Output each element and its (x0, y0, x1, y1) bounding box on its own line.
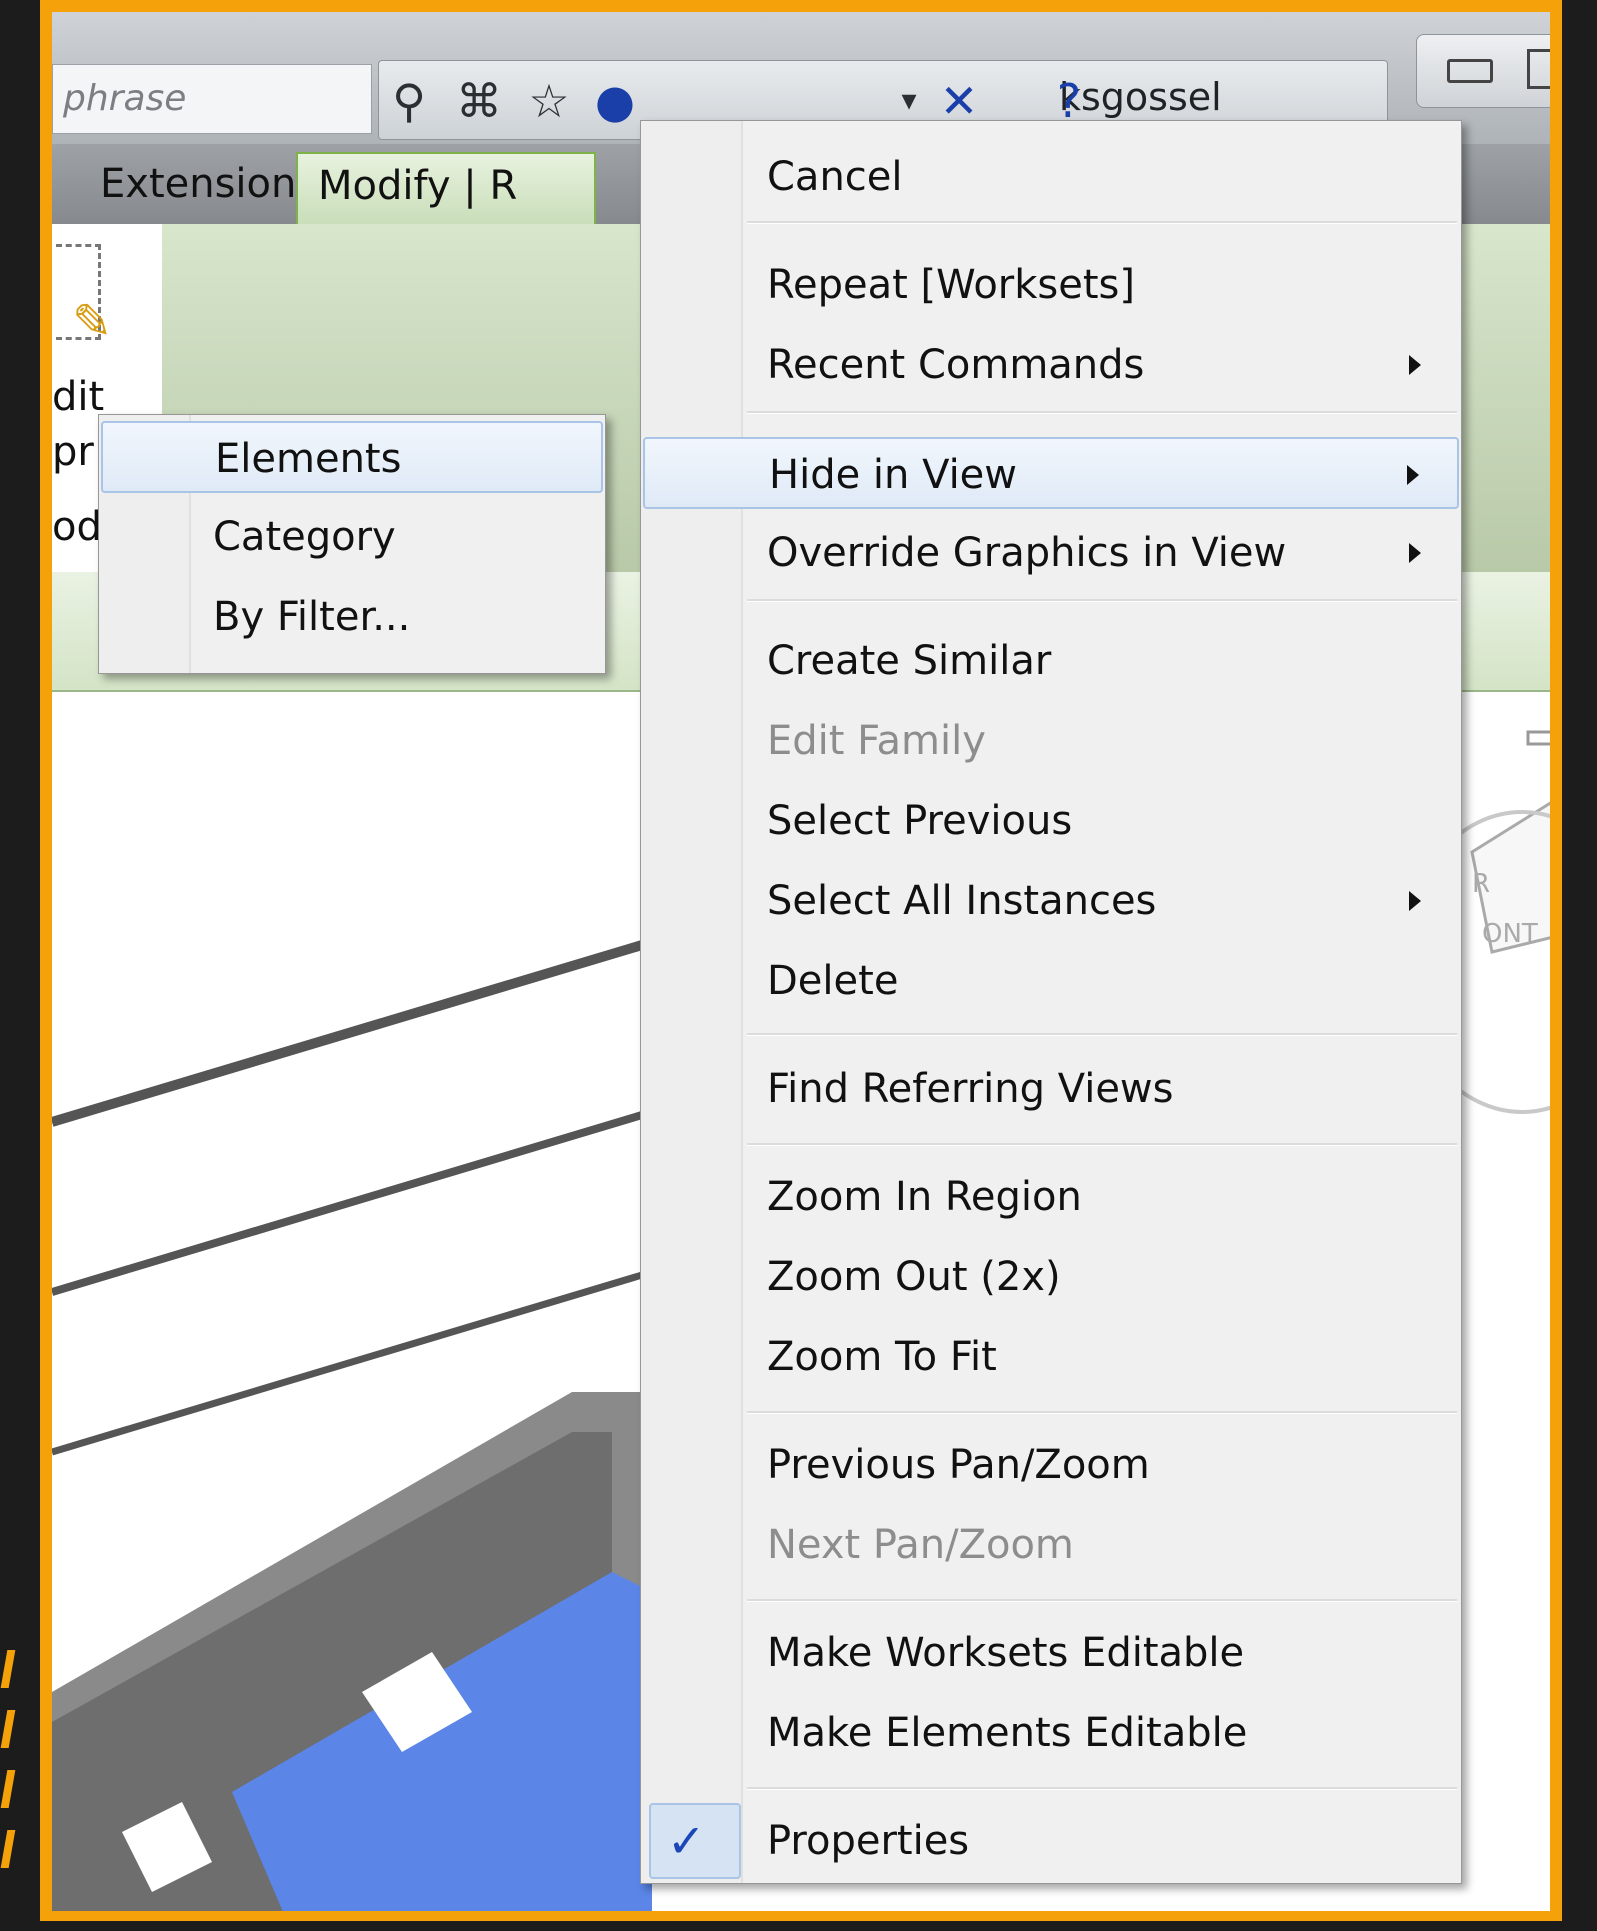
pencil-icon: ✎ (72, 294, 113, 350)
submenu-arrow-icon (1409, 355, 1421, 375)
menu-separator (747, 1143, 1457, 1146)
menu-item-label: Make Worksets Editable (767, 1630, 1245, 1676)
menu-item-label: Next Pan/Zoom (767, 1522, 1074, 1568)
context-menu: Cancel Repeat [Worksets] Recent Commands Hi… (640, 120, 1462, 1884)
menu-item-label: Hide in View (769, 452, 1018, 498)
frame-dash (0, 1710, 16, 1748)
menu-separator (747, 1599, 1457, 1602)
menu-separator (747, 411, 1457, 414)
menu-item-edit-family: Edit Family (643, 705, 1459, 777)
menu-item-properties[interactable]: Properties ✓ (643, 1805, 1459, 1877)
submenu-item-label: Category (213, 514, 396, 560)
menu-item-label: Recent Commands (767, 342, 1145, 388)
menu-item-label: Make Elements Editable (767, 1710, 1248, 1756)
menu-item-label: Zoom To Fit (767, 1334, 997, 1380)
maximize-icon[interactable] (1527, 49, 1550, 89)
window-controls (1416, 34, 1550, 108)
menu-item-find-referring-views[interactable]: Find Referring Views (643, 1053, 1459, 1125)
menu-item-label: Select All Instances (767, 878, 1157, 924)
star-icon[interactable]: ☆ (519, 71, 579, 131)
menu-item-repeat-worksets[interactable]: Repeat [Worksets] (643, 249, 1459, 321)
menu-item-override-graphics-in-view[interactable]: Override Graphics in View (643, 517, 1459, 589)
viewport-control[interactable] (1526, 730, 1562, 746)
panel-label: od (52, 504, 102, 550)
menu-item-create-similar[interactable]: Create Similar (643, 625, 1459, 697)
submenu-arrow-icon (1409, 543, 1421, 563)
menu-item-make-worksets-editable[interactable]: Make Worksets Editable (643, 1617, 1459, 1689)
menu-item-label: Edit Family (767, 718, 986, 764)
menu-item-zoom-in-region[interactable]: Zoom In Region (643, 1161, 1459, 1233)
menu-item-zoom-to-fit[interactable]: Zoom To Fit (643, 1321, 1459, 1393)
submenu-item-by-filter[interactable]: By Filter... (101, 581, 603, 653)
menu-item-select-all-instances[interactable]: Select All Instances (643, 865, 1459, 937)
submenu-item-label: By Filter... (213, 594, 411, 640)
menu-item-label: Delete (767, 958, 899, 1004)
menu-item-label: Select Previous (767, 798, 1073, 844)
menu-item-label: Create Similar (767, 638, 1052, 684)
frame-dash (0, 1830, 16, 1868)
menu-item-zoom-out-2x[interactable]: Zoom Out (2x) (643, 1241, 1459, 1313)
menu-separator (747, 1033, 1457, 1036)
frame-dash (0, 1650, 16, 1688)
screenshot-frame: phrase ⚲ ⌘ ☆ ● ksgossel ▾ ✕ ? Extensions… (40, 0, 1562, 1921)
tab-modify[interactable]: Modify | R (296, 152, 596, 224)
menu-item-make-elements-editable[interactable]: Make Elements Editable (643, 1697, 1459, 1769)
checkmark-icon: ✓ (667, 1814, 706, 1868)
menu-item-label: Zoom Out (2x) (767, 1254, 1061, 1300)
menu-separator (747, 1411, 1457, 1414)
binoculars-icon[interactable]: ⚲ (379, 71, 439, 131)
submenu-arrow-icon (1409, 891, 1421, 911)
submenu-item-elements[interactable]: Elements (101, 421, 603, 493)
menu-item-label: Repeat [Worksets] (767, 262, 1135, 308)
satellite-icon[interactable]: ⌘ (449, 71, 509, 131)
viewcube-label: R (1472, 869, 1490, 899)
submenu-item-category[interactable]: Category (101, 501, 603, 573)
menu-item-select-previous[interactable]: Select Previous (643, 785, 1459, 857)
menu-item-next-pan-zoom: Next Pan/Zoom (643, 1509, 1459, 1581)
menu-item-label: Zoom In Region (767, 1174, 1082, 1220)
menu-item-label: Cancel (767, 154, 903, 200)
model-edge (52, 1108, 654, 1296)
menu-item-label: Find Referring Views (767, 1066, 1174, 1112)
menu-item-label: Override Graphics in View (767, 530, 1287, 576)
menu-separator (747, 1787, 1457, 1790)
minimize-icon[interactable] (1447, 59, 1493, 83)
user-icon[interactable]: ● (585, 71, 645, 131)
menu-item-previous-pan-zoom[interactable]: Previous Pan/Zoom (643, 1429, 1459, 1501)
menu-item-recent-commands[interactable]: Recent Commands (643, 329, 1459, 401)
menu-item-cancel[interactable]: Cancel (643, 141, 1459, 213)
menu-separator (747, 221, 1457, 224)
menu-item-delete[interactable]: Delete (643, 945, 1459, 1017)
hide-in-view-submenu: Elements Category By Filter... (98, 414, 606, 674)
model-edge (52, 937, 654, 1127)
menu-item-label: Previous Pan/Zoom (767, 1442, 1150, 1488)
submenu-item-label: Elements (215, 436, 402, 482)
viewcube-label: ONT (1482, 919, 1538, 949)
panel-label: dit (52, 374, 105, 420)
submenu-arrow-icon (1407, 465, 1419, 485)
menu-item-hide-in-view[interactable]: Hide in View (643, 437, 1459, 509)
menu-separator (747, 599, 1457, 602)
menu-item-label: Properties (767, 1818, 970, 1864)
frame-dash (0, 1770, 16, 1808)
search-input[interactable]: phrase (52, 64, 372, 134)
panel-label: pr (52, 429, 94, 475)
